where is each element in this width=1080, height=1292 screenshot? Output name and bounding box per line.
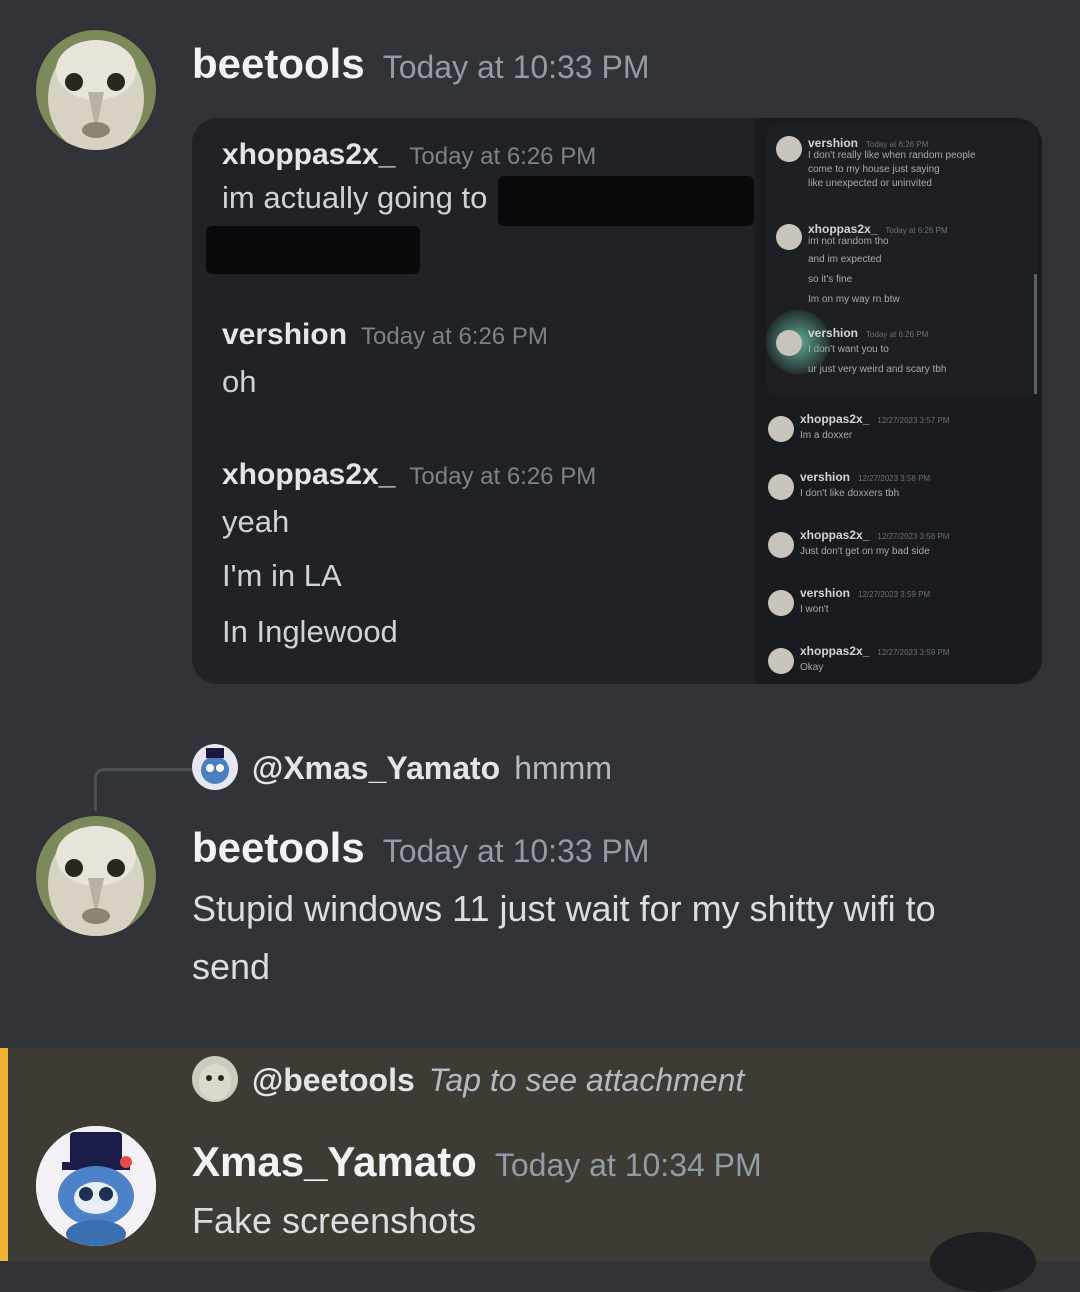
reply-mention[interactable]: @beetools xyxy=(252,1062,415,1098)
attachment-text: im not random tho xyxy=(808,236,889,247)
author-name[interactable]: Xmas_Yamato xyxy=(192,1138,477,1185)
reply-mention[interactable]: @Xmas_Yamato xyxy=(252,750,500,786)
attachment-text: I don't want you to xyxy=(808,344,889,355)
attachment-author: vershion Today at 6:26 PM xyxy=(222,318,548,351)
avatar xyxy=(776,224,802,250)
message-text: Stupid windows 11 just wait for my shitt… xyxy=(192,888,936,929)
attachment-text: yeah xyxy=(222,504,290,539)
attachment-text: ur just very weird and scary tbh xyxy=(808,364,947,375)
avatar xyxy=(776,136,802,162)
timestamp: Today at 10:33 PM xyxy=(382,49,650,85)
attachment-right-panel: vershion Today at 6:26 PM I don't really … xyxy=(758,118,1042,684)
attachment-inner-screenshot: vershion Today at 6:26 PM I don't really … xyxy=(766,124,1038,396)
message-header: Xmas_Yamato Today at 10:34 PM xyxy=(192,1138,762,1186)
attachment-text: In Inglewood xyxy=(222,614,398,649)
mention-highlight-bar xyxy=(0,1048,8,1261)
attachment-author: xhoppas2x_ Today at 6:26 PM xyxy=(222,138,597,171)
reply-text: hmmm xyxy=(514,750,612,786)
reply-connector xyxy=(94,768,193,811)
reply-preview[interactable]: @Xmas_Yamato hmmm xyxy=(252,750,612,787)
attachment-text: and im expected xyxy=(808,254,882,265)
avatar xyxy=(776,330,802,356)
avatar[interactable] xyxy=(36,1126,156,1246)
reply-attachment-hint[interactable]: Tap to see attachment xyxy=(429,1062,744,1098)
avatar[interactable] xyxy=(36,30,156,150)
attachment-text: come to my house just saying xyxy=(808,164,940,175)
attachment-author: xhoppas2x_ Today at 6:26 PM xyxy=(222,458,597,491)
author-name[interactable]: beetools xyxy=(192,40,365,87)
avatar xyxy=(768,648,794,674)
jump-to-present-button[interactable] xyxy=(930,1232,1036,1292)
timestamp: Today at 10:34 PM xyxy=(494,1147,762,1183)
message-header: beetools Today at 10:33 PM xyxy=(192,824,650,872)
message-text: send xyxy=(192,946,271,987)
attachment-text: I'm in LA xyxy=(222,558,342,593)
attachment-author: xhoppas2x_ 12/27/2023 3:59 PM xyxy=(800,644,950,658)
reply-preview[interactable]: @beetools Tap to see attachment xyxy=(252,1062,744,1099)
avatar xyxy=(768,590,794,616)
scrollbar[interactable] xyxy=(1034,274,1037,394)
message-header: beetools Today at 10:33 PM xyxy=(192,40,650,88)
redaction-block xyxy=(206,226,420,274)
message-text: Fake screenshots xyxy=(192,1200,477,1241)
attachment-text: im actually going to xyxy=(222,180,488,215)
attachment-author: xhoppas2x_ 12/27/2023 3:58 PM xyxy=(800,528,950,542)
timestamp: Today at 10:33 PM xyxy=(382,833,650,869)
attachment-text: like unexpected or uninvited xyxy=(808,178,932,189)
avatar xyxy=(768,416,794,442)
redaction-block xyxy=(498,176,754,226)
attachment-author: vershion 12/27/2023 3:58 PM xyxy=(800,470,931,484)
reply-avatar xyxy=(192,1056,238,1102)
reply-avatar xyxy=(192,744,238,790)
attachment-text: Just don't get on my bad side xyxy=(800,546,930,557)
attachment-text: Im a doxxer xyxy=(800,430,853,441)
attachment-text: Im on my way rn btw xyxy=(808,294,900,305)
attachment-text: Okay xyxy=(800,662,824,673)
attachment-text: oh xyxy=(222,364,257,399)
attachment-text: I won't xyxy=(800,604,829,615)
attachment-left-panel: xhoppas2x_ Today at 6:26 PM im actually g… xyxy=(192,118,754,684)
attachment-author: xhoppas2x_ 12/27/2023 3:57 PM xyxy=(800,412,950,426)
avatar xyxy=(768,474,794,500)
attachment-author: vershion Today at 6:26 PM xyxy=(808,326,929,340)
attachment-text: I don't really like when random people xyxy=(808,150,976,161)
image-attachment[interactable]: xhoppas2x_ Today at 6:26 PM im actually g… xyxy=(192,118,1042,684)
avatar[interactable] xyxy=(36,816,156,936)
author-name[interactable]: beetools xyxy=(192,824,365,871)
attachment-author: vershion 12/27/2023 3:59 PM xyxy=(800,586,931,600)
attachment-text: so it's fine xyxy=(808,274,853,285)
attachment-text: I don't like doxxers tbh xyxy=(800,488,900,499)
avatar xyxy=(768,532,794,558)
